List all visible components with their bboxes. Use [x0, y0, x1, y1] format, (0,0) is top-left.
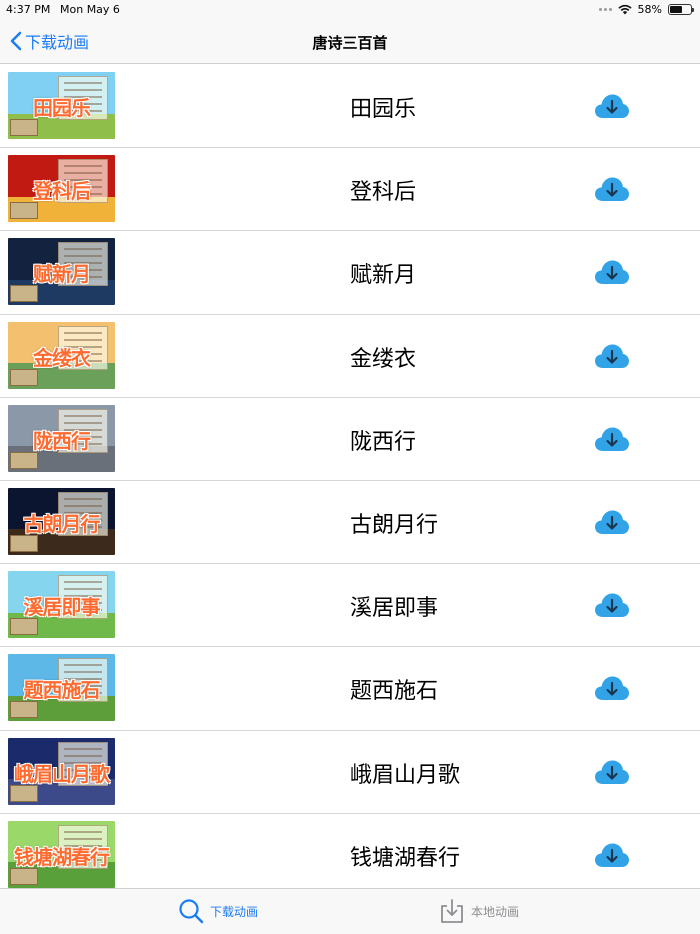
poem-title: 溪居即事	[350, 596, 439, 622]
animation-thumbnail: 赋新月	[8, 238, 115, 306]
cloud-download-icon	[595, 760, 629, 784]
status-date: Mon May 6	[60, 3, 120, 16]
list-item[interactable]: 田园乐 田园乐	[0, 65, 700, 149]
animation-thumbnail: 题西施石	[8, 654, 115, 722]
page-title: 唐诗三百首	[312, 34, 388, 52]
animation-thumbnail: 溪居即事	[8, 571, 115, 639]
cloud-download-button[interactable]	[594, 426, 630, 452]
thumbnail-title: 题西施石	[23, 678, 101, 703]
cloud-download-button[interactable]	[594, 842, 630, 868]
cloud-download-icon	[595, 344, 629, 368]
thumbnail-title: 赋新月	[33, 262, 91, 287]
list-item[interactable]: 陇西行 陇西行	[0, 397, 700, 481]
thumbnail-mini-frame	[10, 119, 38, 136]
poem-title: 陇西行	[350, 429, 417, 455]
animation-list: 田园乐 田园乐 登科后 登科后 赋新月 赋新月 金缕衣 金缕衣 陇西行 陇西行 …	[0, 65, 700, 888]
thumbnail-title: 溪居即事	[23, 595, 101, 620]
animation-thumbnail: 田园乐	[8, 72, 115, 139]
cloud-download-button[interactable]	[594, 93, 630, 119]
cloud-download-icon	[595, 676, 629, 701]
thumbnail-mini-frame	[10, 285, 38, 303]
navigation-bar: 下载动画 唐诗三百首	[0, 20, 700, 64]
thumbnail-mini-frame	[10, 451, 38, 469]
poem-title: 登科后	[350, 180, 417, 206]
status-indicators: 58%	[598, 3, 694, 16]
tab-local-animation[interactable]: 本地动画	[439, 898, 519, 924]
thumbnail-title: 登科后	[33, 179, 91, 204]
list-item[interactable]: 题西施石 题西施石	[0, 647, 700, 731]
thumbnail-mini-frame	[10, 534, 38, 552]
tab-label: 下载动画	[210, 904, 259, 919]
thumbnail-title: 峨眉山月歌	[14, 761, 110, 786]
cloud-download-icon	[595, 510, 629, 534]
status-bar: 4:37 PM Mon May 6 58%	[0, 0, 700, 20]
animation-thumbnail: 钱塘湖春行	[8, 820, 115, 888]
thumbnail-mini-frame	[10, 784, 38, 802]
list-item[interactable]: 溪居即事 溪居即事	[0, 564, 700, 648]
thumbnail-title: 金缕衣	[33, 345, 91, 370]
cloud-download-button[interactable]	[594, 343, 630, 369]
thumbnail-title: 田园乐	[33, 96, 91, 120]
battery-icon	[668, 4, 694, 15]
animation-thumbnail: 峨眉山月歌	[8, 737, 115, 805]
tab-label: 本地动画	[471, 904, 520, 919]
animation-thumbnail: 陇西行	[8, 404, 115, 472]
download-tray-icon	[441, 899, 463, 923]
cloud-download-button[interactable]	[594, 592, 630, 618]
thumbnail-mini-frame	[10, 701, 38, 719]
tab-bar: 下载动画 本地动画	[0, 888, 700, 934]
poem-title: 钱塘湖春行	[350, 845, 461, 871]
cloud-download-button[interactable]	[594, 509, 630, 535]
poem-title: 峨眉山月歌	[350, 762, 461, 788]
animation-thumbnail: 古朗月行	[8, 487, 115, 555]
thumbnail-mini-frame	[10, 202, 38, 220]
poem-title: 赋新月	[350, 263, 417, 289]
poem-title: 古朗月行	[350, 512, 439, 538]
poem-title: 题西施石	[350, 679, 439, 705]
animation-thumbnail: 登科后	[8, 155, 115, 223]
thumbnail-title: 陇西行	[33, 428, 91, 453]
status-time: 4:37 PM	[6, 3, 51, 16]
list-item[interactable]: 峨眉山月歌 峨眉山月歌	[0, 730, 700, 814]
cloud-download-icon	[595, 593, 629, 618]
cloud-download-button[interactable]	[594, 259, 630, 285]
cloud-download-button[interactable]	[594, 759, 630, 785]
cloud-download-icon	[595, 94, 629, 118]
cloud-download-icon	[595, 260, 629, 285]
cloud-download-icon	[595, 427, 629, 451]
thumbnail-title: 钱塘湖春行	[14, 844, 110, 869]
list-item[interactable]: 金缕衣 金缕衣	[0, 314, 700, 398]
list-item[interactable]: 钱塘湖春行 钱塘湖春行	[0, 813, 700, 888]
cloud-download-icon	[595, 843, 629, 867]
list-item[interactable]: 赋新月 赋新月	[0, 231, 700, 315]
cloud-download-button[interactable]	[594, 675, 630, 701]
cloud-download-button[interactable]	[594, 176, 630, 202]
animation-thumbnail: 金缕衣	[8, 321, 115, 389]
battery-fill	[670, 6, 682, 13]
dots-indicator-icon	[598, 8, 612, 11]
battery-percent: 58%	[637, 3, 662, 16]
thumbnail-mini-frame	[10, 618, 38, 636]
poem-title: 金缕衣	[350, 346, 417, 372]
poem-title: 田园乐	[350, 97, 417, 122]
tab-download-animation[interactable]: 下载动画	[178, 898, 258, 924]
search-icon	[179, 899, 204, 924]
wifi-icon	[617, 4, 632, 15]
thumbnail-mini-frame	[10, 867, 38, 885]
thumbnail-mini-frame	[10, 368, 38, 386]
thumbnail-title: 古朗月行	[23, 511, 101, 536]
list-item[interactable]: 古朗月行 古朗月行	[0, 480, 700, 565]
list-item[interactable]: 登科后 登科后	[0, 148, 700, 232]
cloud-download-icon	[595, 177, 629, 202]
